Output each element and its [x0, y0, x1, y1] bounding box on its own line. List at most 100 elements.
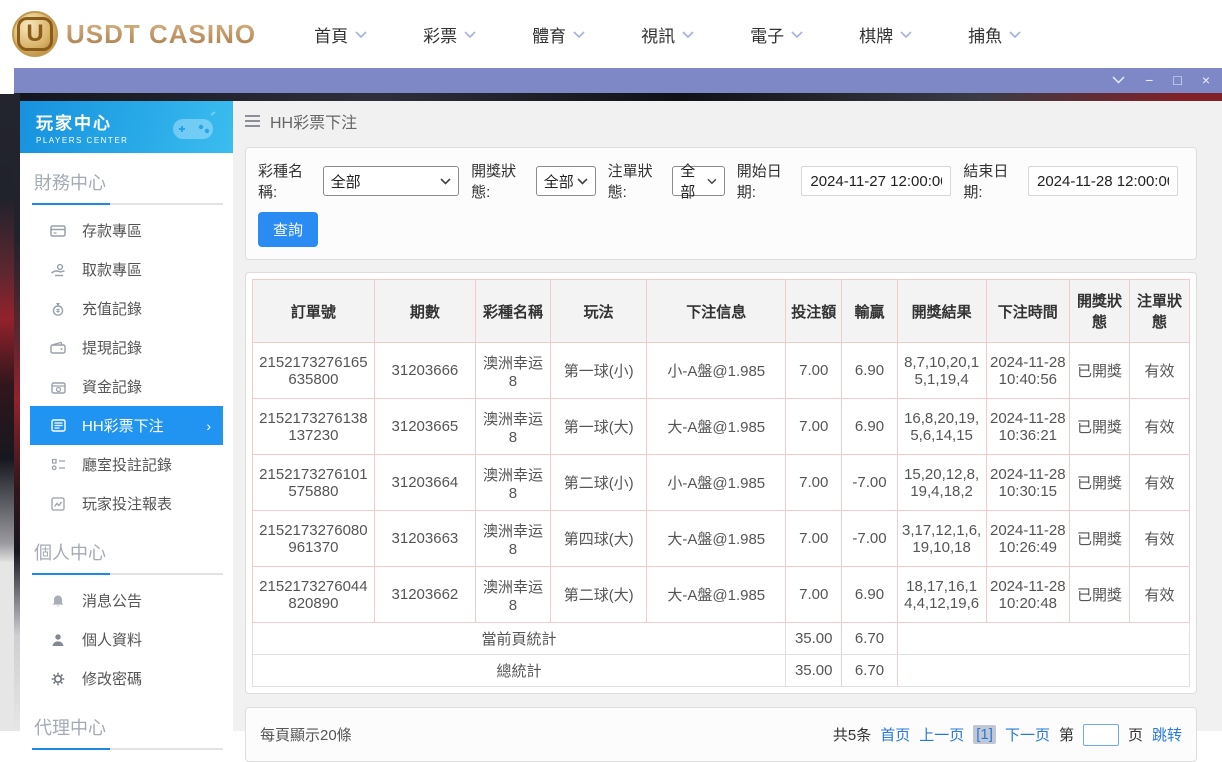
nav-item-fishing[interactable]: 捕魚 — [968, 22, 1021, 47]
col-header-bet-info: 下注信息 — [646, 279, 787, 343]
page-summary-label: 當前頁統計 — [251, 622, 787, 655]
draw-status-select[interactable]: 全部 — [535, 166, 596, 196]
sidebar-item-withdrawal-record[interactable]: 提現記錄 — [20, 328, 233, 367]
cell-draw-status: 已開獎 — [1069, 510, 1130, 567]
logo-coin-icon: U — [12, 11, 58, 57]
select-chevron-icon — [707, 178, 717, 184]
logo-letter: U — [17, 17, 53, 51]
section-underline — [32, 203, 223, 205]
page-size-text: 每頁顯示20條 — [260, 727, 352, 744]
cell-winloss: 6.90 — [841, 342, 898, 399]
total-count-text: 共5条 — [832, 727, 872, 744]
cell-period: 31203665 — [373, 398, 476, 455]
select-chevron-icon — [440, 177, 451, 185]
top-navbar: U USDT CASINO 首頁 彩票 體育 視訊 電子 棋牌 捕魚 — [0, 0, 1222, 68]
section-title-personal: 個人中心 — [34, 543, 106, 563]
page-title: HH彩票下注 — [270, 115, 358, 132]
window-close-icon[interactable]: × — [1202, 73, 1210, 87]
nav-item-sports[interactable]: 體育 — [532, 22, 585, 47]
sidebar-item-withdraw[interactable]: 取款專區 — [20, 250, 233, 289]
cell-playtype: 第二球(小) — [549, 454, 648, 511]
cell-draw-status: 已開獎 — [1069, 398, 1130, 455]
window-controls: − □ × — [1112, 73, 1210, 87]
query-button[interactable]: 查詢 — [258, 212, 319, 247]
sidebar-header: 玩家中心 PLAYERS CENTER — [20, 101, 233, 153]
grand-summary-winloss-total: 6.70 — [841, 654, 898, 687]
sidebar-item-recharge-record[interactable]: 充值記錄 — [20, 289, 233, 328]
nav-item-cards[interactable]: 棋牌 — [859, 22, 912, 47]
cell-bet-time: 2024-11-28 10:20:48 — [985, 566, 1071, 623]
table-row: 2152173276138137230 31203665 澳洲幸运8 第一球(大… — [252, 398, 1191, 455]
window-maximize-icon[interactable]: □ — [1173, 73, 1181, 87]
section-title-agent: 代理中心 — [34, 718, 106, 738]
cell-order-status: 有效 — [1128, 342, 1191, 399]
window-collapse-icon[interactable] — [1112, 76, 1125, 84]
breadcrumb: HH彩票下注 — [245, 93, 1197, 141]
jump-button[interactable]: 跳转 — [1152, 724, 1182, 745]
sidebar-item-funds-record[interactable]: 資金記錄 — [20, 367, 233, 406]
sidebar-item-deposit[interactable]: 存款專區 — [20, 211, 233, 250]
cell-lottery-name: 澳洲幸运8 — [474, 454, 551, 511]
end-date-input[interactable] — [1027, 166, 1178, 196]
cell-draw-result: 16,8,20,19,5,6,14,15 — [896, 398, 987, 455]
start-date-input[interactable] — [801, 166, 952, 196]
nav-item-live[interactable]: 視訊 — [641, 22, 694, 47]
col-header-lottery-name: 彩種名稱 — [474, 279, 551, 343]
cell-period: 31203666 — [373, 342, 476, 399]
jump-prefix-label: 第 — [1058, 727, 1074, 744]
draw-status-label: 開獎狀態: — [471, 163, 517, 201]
cell-draw-result: 8,7,10,20,15,1,19,4 — [896, 342, 987, 399]
logo-text: USDT CASINO — [66, 18, 257, 49]
cell-order-no: 2152173276101575880 — [252, 454, 375, 511]
cell-period: 31203664 — [373, 454, 476, 511]
logo[interactable]: U USDT CASINO — [12, 11, 256, 57]
sidebar-item-change-password[interactable]: 修改密碼 — [20, 659, 233, 698]
sidebar-item-player-report[interactable]: 玩家投注報表 — [20, 484, 233, 523]
cell-bet-info: 小-A盤@1.985 — [646, 454, 787, 511]
cell-draw-status: 已開獎 — [1069, 454, 1130, 511]
lottery-name-select[interactable]: 全部 — [322, 166, 460, 196]
window-titlebar: − □ × — [14, 66, 1222, 93]
first-page-link[interactable]: 首页 — [880, 724, 910, 745]
order-status-label: 注單狀態: — [607, 163, 653, 201]
table-row: 2152173276080961370 31203663 澳洲幸运8 第四球(大… — [252, 510, 1191, 567]
window-minimize-icon[interactable]: − — [1145, 73, 1153, 87]
chevron-down-icon — [464, 31, 476, 39]
cell-winloss: -7.00 — [841, 510, 898, 567]
start-date-label: 開始日期: — [736, 163, 782, 201]
col-header-bet-time: 下注時間 — [985, 279, 1071, 343]
player-center-window: − □ × 玩家中心 PLAYERS CENTER 財務中心 存款專區 取款專區… — [14, 66, 1222, 762]
withdrawal-record-icon — [50, 341, 66, 354]
grand-summary-row: 總統計 35.00 6.70 — [251, 654, 1191, 687]
cell-playtype: 第一球(大) — [549, 398, 648, 455]
order-status-select[interactable]: 全部 — [672, 163, 725, 201]
sidebar-item-hh-lottery-bets[interactable]: HH彩票下注 › — [30, 406, 223, 445]
chevron-down-icon — [573, 31, 585, 39]
recharge-record-icon — [50, 302, 66, 316]
cell-order-status: 有效 — [1128, 566, 1191, 623]
table-row: 2152173276165635800 31203666 澳洲幸运8 第一球(小… — [252, 342, 1191, 399]
col-header-winloss: 輸贏 — [841, 279, 898, 343]
deposit-icon — [50, 224, 66, 238]
section-underline — [32, 573, 223, 575]
section-underline — [32, 748, 223, 750]
sidebar-item-profile[interactable]: 個人資料 — [20, 620, 233, 659]
next-page-link[interactable]: 下一页 — [1005, 724, 1050, 745]
filter-panel: 彩種名稱: 全部 開獎狀態: 全部 注單狀態: 全部 開始日期: 2024-11… — [245, 147, 1197, 260]
cell-order-no: 2152173276138137230 — [252, 398, 375, 455]
sidebar-item-room-bet-record[interactable]: 廳室投註記錄 — [20, 445, 233, 484]
current-page-indicator[interactable]: [1] — [973, 725, 996, 744]
cell-winloss: 6.90 — [841, 398, 898, 455]
nav-item-home[interactable]: 首頁 — [314, 22, 367, 47]
sidebar-item-notices[interactable]: 消息公告 — [20, 581, 233, 620]
nav-item-slots[interactable]: 電子 — [750, 22, 803, 47]
table-header-row: 訂單號 期數 彩種名稱 玩法 下注信息 投注額 輸贏 開獎結果 下注時間 開獎狀… — [252, 279, 1191, 343]
cell-bet-info: 大-A盤@1.985 — [646, 398, 787, 455]
nav-item-lottery[interactable]: 彩票 — [423, 22, 476, 47]
cell-bet-amount: 7.00 — [785, 342, 843, 399]
grand-summary-bet-total: 35.00 — [785, 654, 843, 687]
menu-toggle-icon[interactable] — [245, 115, 260, 127]
table-row: 2152173276101575880 31203664 澳洲幸运8 第二球(小… — [252, 454, 1191, 511]
page-jump-input[interactable] — [1082, 723, 1119, 746]
prev-page-link[interactable]: 上一页 — [919, 724, 964, 745]
